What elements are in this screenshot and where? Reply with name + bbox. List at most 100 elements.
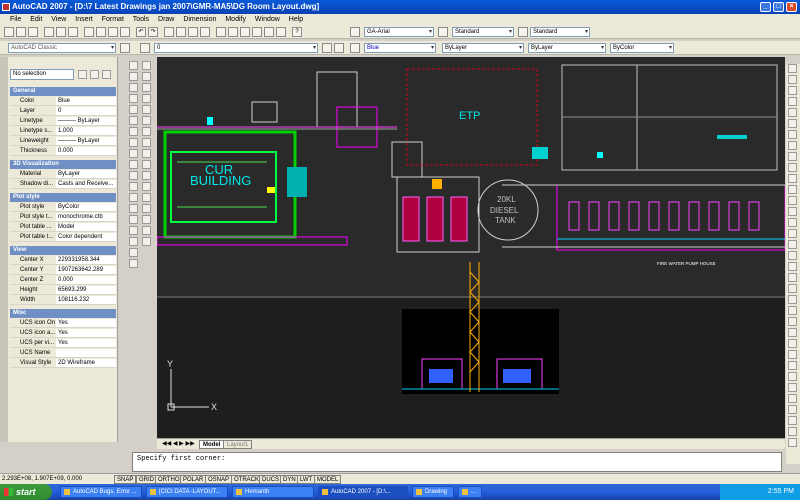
- ducs-button[interactable]: DUCS: [259, 475, 283, 484]
- osnap-settings-icon[interactable]: [788, 240, 797, 249]
- copy-icon[interactable]: [96, 27, 106, 37]
- property-row[interactable]: Linetype s... 1.000: [10, 127, 116, 136]
- stretch-icon[interactable]: [142, 149, 151, 158]
- ellipse-icon[interactable]: [129, 160, 138, 169]
- palette-title-strip[interactable]: [0, 57, 8, 442]
- match-properties-icon[interactable]: [120, 27, 130, 37]
- property-row[interactable]: UCS per vi... Yes: [10, 339, 116, 348]
- quick-leader-icon[interactable]: [788, 372, 797, 381]
- chamfer-icon[interactable]: [142, 215, 151, 224]
- property-value[interactable]: 2D Wireframe: [58, 359, 116, 368]
- make-current-layer-icon[interactable]: [322, 43, 332, 53]
- property-value[interactable]: 0: [58, 107, 116, 116]
- line-icon[interactable]: [129, 61, 138, 70]
- polygon-icon[interactable]: [129, 94, 138, 103]
- dim-update-icon[interactable]: [788, 427, 797, 436]
- property-value[interactable]: 0.000: [58, 147, 116, 156]
- property-value[interactable]: Blue: [58, 97, 116, 106]
- fillet-icon[interactable]: [142, 226, 151, 235]
- snap-quadrant-icon[interactable]: [788, 152, 797, 161]
- property-row[interactable]: Center X 229331958.344: [10, 256, 116, 265]
- snap-endpoint-icon[interactable]: [788, 86, 797, 95]
- snap-tangent-icon[interactable]: [788, 163, 797, 172]
- property-value[interactable]: 0.000: [58, 276, 116, 285]
- property-value[interactable]: 229331958.344: [58, 256, 116, 265]
- task-more[interactable]: ...: [458, 486, 482, 498]
- property-row[interactable]: Plot style t... monochrome.ctb: [10, 213, 116, 222]
- task-autocad-bugs[interactable]: AutoCAD Bugs, Error ...: [60, 486, 142, 498]
- property-row[interactable]: Thickness 0.000: [10, 147, 116, 156]
- property-row[interactable]: Linetype ——— ByLayer: [10, 117, 116, 126]
- select-objects-icon[interactable]: [90, 70, 99, 79]
- menu-file[interactable]: File: [10, 16, 21, 23]
- property-value[interactable]: Yes: [58, 339, 116, 348]
- otrack-button[interactable]: OTRACK: [231, 475, 263, 484]
- dim-text-edit-icon[interactable]: [788, 416, 797, 425]
- selection-dropdown[interactable]: No selection: [10, 69, 74, 80]
- command-line[interactable]: Specify first corner:: [132, 452, 782, 472]
- help-icon[interactable]: ?: [292, 27, 302, 37]
- construction-line-icon[interactable]: [129, 72, 138, 81]
- dim-style-icon[interactable]: [788, 438, 797, 447]
- gradient-icon[interactable]: [129, 226, 138, 235]
- property-row[interactable]: Layer 0: [10, 107, 116, 116]
- menu-window[interactable]: Window: [255, 16, 280, 23]
- dim-edit-icon[interactable]: [788, 405, 797, 414]
- scale-icon[interactable]: [142, 138, 151, 147]
- save-icon[interactable]: [28, 27, 38, 37]
- extend-icon[interactable]: [142, 171, 151, 180]
- property-row[interactable]: Shadow di... Casts and Receive...: [10, 180, 116, 189]
- dim-continue-icon[interactable]: [788, 361, 797, 370]
- section-general[interactable]: General: [10, 87, 116, 96]
- undo-icon[interactable]: ↶: [136, 27, 146, 37]
- property-row[interactable]: UCS Name: [10, 349, 116, 358]
- region-icon[interactable]: [129, 237, 138, 246]
- maximize-button[interactable]: □: [773, 2, 784, 12]
- point-icon[interactable]: [129, 204, 138, 213]
- menu-view[interactable]: View: [51, 16, 66, 23]
- ellipse-arc-icon[interactable]: [129, 171, 138, 180]
- trim-icon[interactable]: [142, 160, 151, 169]
- tool-palettes-icon[interactable]: [240, 27, 250, 37]
- new-icon[interactable]: [4, 27, 14, 37]
- grid-button[interactable]: GRID: [136, 475, 157, 484]
- dim-baseline-icon[interactable]: [788, 350, 797, 359]
- array-icon[interactable]: [142, 105, 151, 114]
- section-plot-style[interactable]: Plot style: [10, 193, 116, 202]
- quick-select-icon[interactable]: [102, 70, 111, 79]
- arc-icon[interactable]: [129, 116, 138, 125]
- property-value[interactable]: ——— ByLayer: [58, 117, 116, 126]
- paste-icon[interactable]: [108, 27, 118, 37]
- design-center-icon[interactable]: [228, 27, 238, 37]
- snap-insert-icon[interactable]: [788, 196, 797, 205]
- menu-edit[interactable]: Edit: [30, 16, 42, 23]
- tolerance-icon[interactable]: [788, 383, 797, 392]
- close-button[interactable]: ×: [786, 2, 797, 12]
- table-icon[interactable]: [129, 248, 138, 257]
- menu-insert[interactable]: Insert: [75, 16, 93, 23]
- break-icon[interactable]: [142, 193, 151, 202]
- explode-icon[interactable]: [142, 237, 151, 246]
- section-view[interactable]: View: [10, 246, 116, 255]
- task-cici-data[interactable]: [CICI DATA -LAYOUT...: [146, 486, 228, 498]
- property-value[interactable]: 1.000: [58, 127, 116, 136]
- rotate-icon[interactable]: [142, 127, 151, 136]
- layer-manager-icon[interactable]: [140, 43, 150, 53]
- break-at-point-icon[interactable]: [142, 182, 151, 191]
- erase-icon[interactable]: [142, 61, 151, 70]
- linetype-combo[interactable]: ByLayer: [442, 43, 524, 53]
- pan-icon[interactable]: [164, 27, 174, 37]
- property-value[interactable]: Yes: [58, 319, 116, 328]
- start-button[interactable]: start: [0, 484, 52, 500]
- layer-combo[interactable]: 0: [154, 43, 318, 53]
- ortho-button[interactable]: ORTHO: [155, 475, 183, 484]
- menu-help[interactable]: Help: [289, 16, 303, 23]
- color-combo[interactable]: Blue: [364, 43, 436, 53]
- cut-icon[interactable]: [84, 27, 94, 37]
- dim-jogged-icon[interactable]: [788, 306, 797, 315]
- redo-icon[interactable]: ↷: [148, 27, 158, 37]
- snap-parallel-icon[interactable]: [788, 185, 797, 194]
- property-row[interactable]: UCS icon On Yes: [10, 319, 116, 328]
- property-value[interactable]: 108116.232: [58, 296, 116, 305]
- dim-ordinate-icon[interactable]: [788, 284, 797, 293]
